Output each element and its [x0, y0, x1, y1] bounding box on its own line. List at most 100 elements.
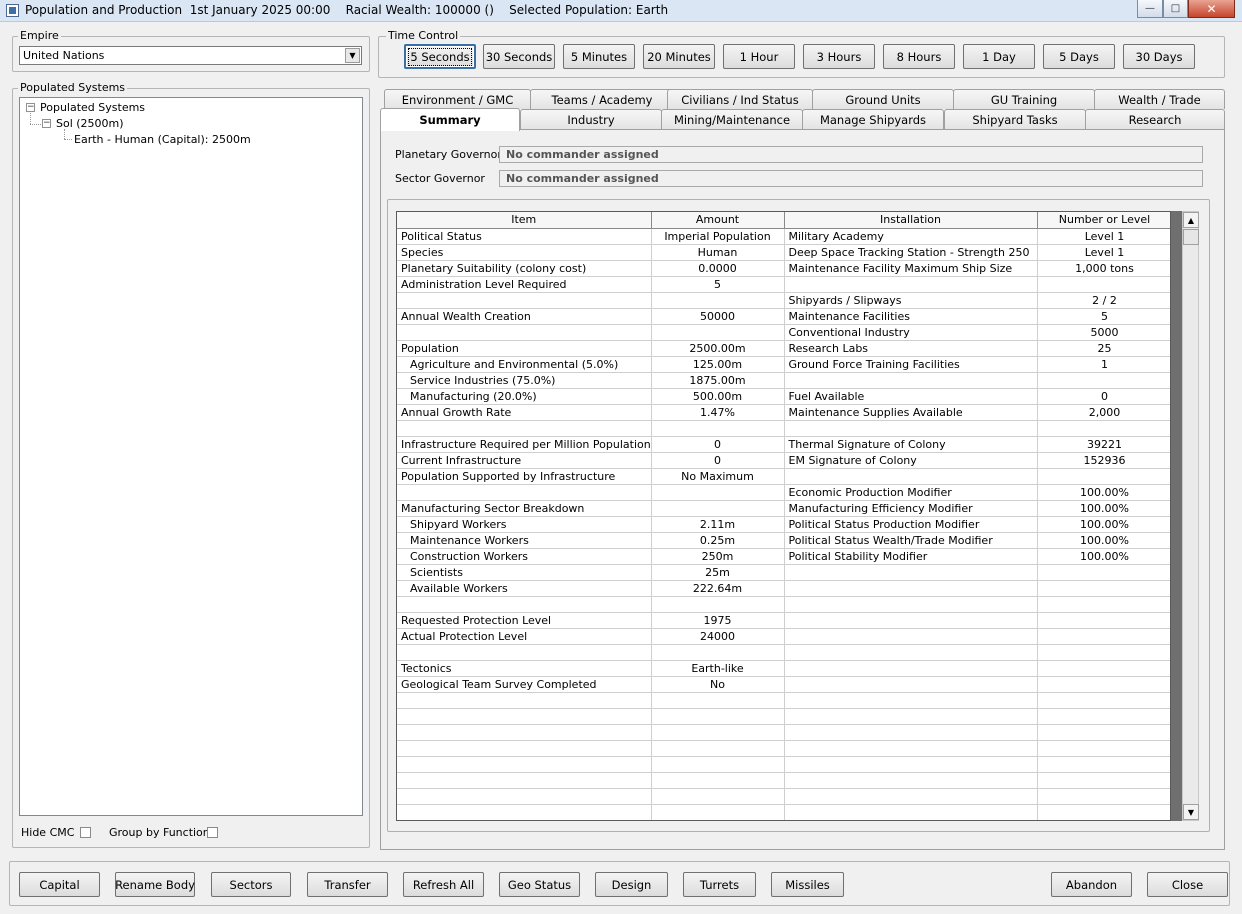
table-row[interactable]: Manufacturing (20.0%) 500.00m Fuel Availab…: [397, 388, 1170, 405]
tab-mining-maintenance[interactable]: Mining/Maintenance: [661, 109, 803, 129]
table-row[interactable]: Construction Workers 250m Political Stabil…: [397, 548, 1170, 565]
time-button-30-seconds[interactable]: 30 Seconds: [483, 44, 555, 69]
table-row[interactable]: [397, 644, 1170, 661]
transfer-button[interactable]: Transfer: [307, 872, 388, 897]
table-row[interactable]: [397, 596, 1170, 613]
tab-ground-units[interactable]: Ground Units: [812, 89, 954, 109]
scrollbar-thumb[interactable]: [1183, 229, 1199, 245]
abandon-button[interactable]: Abandon: [1051, 872, 1132, 897]
table-row[interactable]: Species Human Deep Space Tracking Station …: [397, 244, 1170, 261]
table-row[interactable]: Geological Team Survey Completed No: [397, 676, 1170, 693]
sectors-button[interactable]: Sectors: [211, 872, 291, 897]
table-row[interactable]: Population 2500.00m Research Labs 25: [397, 340, 1170, 357]
time-button-30-days[interactable]: 30 Days: [1123, 44, 1195, 69]
tab-shipyard-tasks[interactable]: Shipyard Tasks: [944, 109, 1086, 129]
scrollbar-track[interactable]: [1182, 211, 1199, 821]
table-row[interactable]: [397, 772, 1170, 789]
tab-research[interactable]: Research: [1085, 109, 1225, 129]
table-row[interactable]: Infrastructure Required per Million Popu…: [397, 436, 1170, 453]
time-button-5-seconds[interactable]: 5 Seconds: [404, 44, 476, 69]
table-row[interactable]: Actual Protection Level 24000: [397, 628, 1170, 645]
time-button-1-hour[interactable]: 1 Hour: [723, 44, 795, 69]
table-row[interactable]: Shipyard Workers 2.11m Political Status Pr…: [397, 516, 1170, 533]
table-row[interactable]: Available Workers 222.64m: [397, 580, 1170, 597]
tab-teams-academy[interactable]: Teams / Academy: [530, 89, 674, 109]
table-row[interactable]: [397, 756, 1170, 773]
table-cell: EM Signature of Colony: [784, 452, 1038, 469]
table-row[interactable]: [397, 740, 1170, 757]
tab-civilians-ind-status[interactable]: Civilians / Ind Status: [667, 89, 813, 109]
close-window-button[interactable]: ✕: [1188, 0, 1235, 18]
column-header-number-or-level[interactable]: Number or Level: [1037, 212, 1170, 229]
time-button-1-day[interactable]: 1 Day: [963, 44, 1035, 69]
table-row[interactable]: Planetary Suitability (colony cost) 0.000…: [397, 260, 1170, 277]
table-row[interactable]: Manufacturing Sector Breakdown Manufactur…: [397, 500, 1170, 517]
time-button-20-minutes[interactable]: 20 Minutes: [643, 44, 715, 69]
summary-table[interactable]: Item Amount Installation Number or Level…: [396, 211, 1171, 821]
table-row[interactable]: Shipyards / Slipways 2 / 2: [397, 292, 1170, 309]
tree-system-sol[interactable]: Sol (2500m): [56, 117, 124, 130]
table-row[interactable]: Annual Growth Rate 1.47% Maintenance Suppl…: [397, 404, 1170, 421]
table-row[interactable]: Conventional Industry 5000: [397, 324, 1170, 341]
turrets-button[interactable]: Turrets: [683, 872, 756, 897]
table-cell: Economic Production Modifier: [784, 484, 1038, 501]
planetary-governor-field[interactable]: No commander assigned: [499, 146, 1203, 163]
table-row[interactable]: Economic Production Modifier 100.00%: [397, 484, 1170, 501]
table-cell: Annual Growth Rate: [397, 404, 652, 421]
hide-cmc-checkbox[interactable]: [80, 827, 91, 838]
close-button[interactable]: Close: [1147, 872, 1228, 897]
systems-tree[interactable]: − Populated Systems − Sol (2500m) Earth …: [19, 97, 363, 816]
empire-select[interactable]: United Nations ▼: [19, 46, 362, 65]
table-row[interactable]: Tectonics Earth-like: [397, 660, 1170, 677]
column-header-amount[interactable]: Amount: [651, 212, 785, 229]
table-row[interactable]: Current Infrastructure 0 EM Signature of C…: [397, 452, 1170, 469]
minimize-button[interactable]: —: [1137, 0, 1163, 18]
design-button[interactable]: Design: [595, 872, 668, 897]
time-button-5-minutes[interactable]: 5 Minutes: [563, 44, 635, 69]
rename-body-button[interactable]: Rename Body: [115, 872, 195, 897]
capital-button[interactable]: Capital: [19, 872, 100, 897]
column-header-installation[interactable]: Installation: [784, 212, 1038, 229]
time-button-5-days[interactable]: 5 Days: [1043, 44, 1115, 69]
table-row[interactable]: Annual Wealth Creation 50000 Maintenance F…: [397, 308, 1170, 325]
geo-status-button[interactable]: Geo Status: [499, 872, 580, 897]
tree-root[interactable]: Populated Systems: [40, 101, 145, 114]
minus-box-icon[interactable]: −: [42, 119, 51, 128]
table-cell: [397, 772, 652, 789]
tab-gu-training[interactable]: GU Training: [953, 89, 1095, 109]
table-row[interactable]: Political Status Imperial Population Milit…: [397, 228, 1170, 245]
tree-body-earth[interactable]: Earth - Human (Capital): 2500m: [74, 133, 251, 146]
table-row[interactable]: Maintenance Workers 0.25m Political Status…: [397, 532, 1170, 549]
scroll-up-icon[interactable]: ▲: [1183, 212, 1199, 228]
refresh-all-button[interactable]: Refresh All: [403, 872, 484, 897]
group-by-function-checkbox[interactable]: [207, 827, 218, 838]
table-row[interactable]: [397, 804, 1170, 820]
tab-wealth-trade[interactable]: Wealth / Trade: [1094, 89, 1225, 109]
maximize-button[interactable]: □: [1163, 0, 1188, 18]
table-row[interactable]: [397, 724, 1170, 741]
title-bar: Population and Production 1st January 20…: [0, 0, 1242, 22]
table-scrollbar[interactable]: ▲ ▼: [1171, 211, 1201, 821]
scroll-down-icon[interactable]: ▼: [1183, 804, 1199, 820]
column-header-item[interactable]: Item: [397, 212, 652, 229]
chevron-down-icon[interactable]: ▼: [345, 48, 360, 63]
sector-governor-field[interactable]: No commander assigned: [499, 170, 1203, 187]
table-row[interactable]: [397, 420, 1170, 437]
tab-environment-gmc[interactable]: Environment / GMC: [384, 89, 531, 109]
table-row[interactable]: Agriculture and Environmental (5.0%) 125.…: [397, 356, 1170, 373]
minus-box-icon[interactable]: −: [26, 103, 35, 112]
table-row[interactable]: Population Supported by Infrastructure No…: [397, 468, 1170, 485]
table-row[interactable]: Service Industries (75.0%) 1875.00m: [397, 372, 1170, 389]
table-row[interactable]: Scientists 25m: [397, 564, 1170, 581]
table-row[interactable]: Requested Protection Level 1975: [397, 612, 1170, 629]
tab-industry[interactable]: Industry: [520, 109, 662, 129]
table-row[interactable]: [397, 788, 1170, 805]
table-row[interactable]: [397, 692, 1170, 709]
table-row[interactable]: [397, 708, 1170, 725]
time-button-8-hours[interactable]: 8 Hours: [883, 44, 955, 69]
tab-manage-shipyards[interactable]: Manage Shipyards: [802, 109, 944, 129]
missiles-button[interactable]: Missiles: [771, 872, 844, 897]
time-button-3-hours[interactable]: 3 Hours: [803, 44, 875, 69]
tab-summary[interactable]: Summary: [380, 108, 520, 131]
table-row[interactable]: Administration Level Required 5: [397, 276, 1170, 293]
